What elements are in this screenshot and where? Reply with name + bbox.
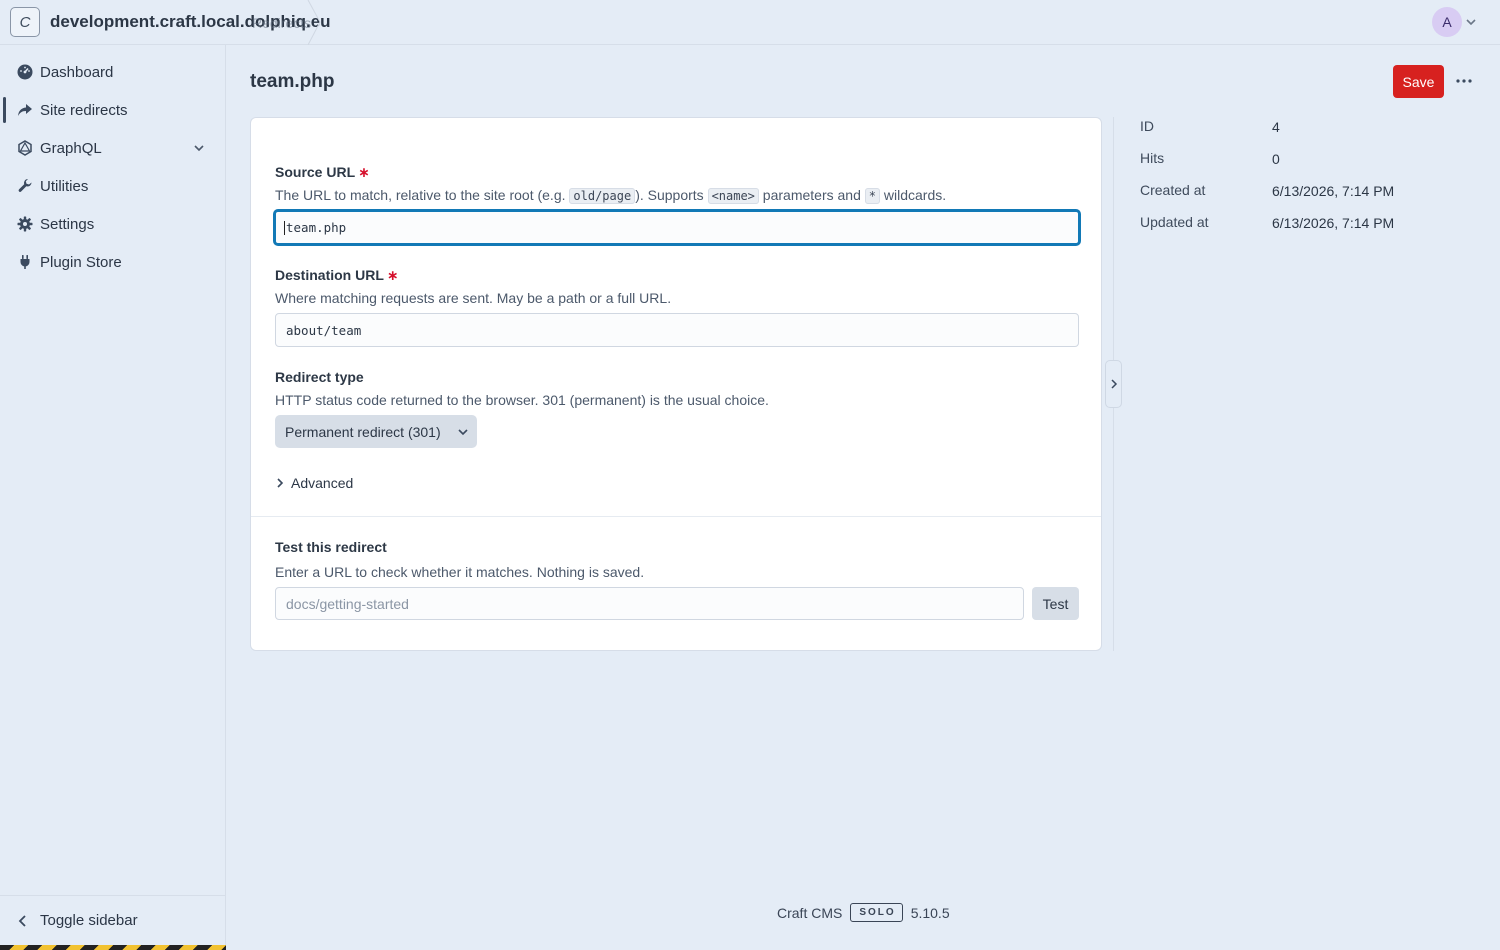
- instr-text: The URL to match, relative to the site r…: [275, 187, 570, 203]
- advanced-label: Advanced: [291, 475, 354, 491]
- page-title: team.php: [250, 71, 335, 92]
- divider: [251, 516, 1101, 517]
- save-button[interactable]: Save: [1393, 65, 1444, 98]
- toggle-sidebar-button[interactable]: Toggle sidebar: [0, 895, 225, 945]
- chevron-down-icon[interactable]: [1465, 14, 1477, 30]
- source-url-instructions: The URL to match, relative to the site r…: [275, 187, 947, 204]
- wrench-icon: [16, 177, 34, 195]
- code-wildcard: *: [864, 188, 880, 204]
- edition-badge: SOLO: [850, 903, 903, 922]
- destination-url-value: about/team: [286, 322, 362, 338]
- toggle-sidebar-label: Toggle sidebar: [40, 912, 138, 929]
- code-param: <name>: [707, 188, 759, 204]
- code-example: old/page: [569, 188, 636, 204]
- sidebar: Dashboard Site redirects GraphQL Utiliti…: [0, 45, 226, 950]
- sidebar-item-label: Dashboard: [40, 63, 114, 81]
- redirect-form-card: Source URL ∗ The URL to match, relative t…: [250, 117, 1102, 651]
- details-pane-toggle[interactable]: [1105, 360, 1122, 408]
- site-icon[interactable]: C: [10, 7, 40, 37]
- chevron-down-icon[interactable]: [193, 142, 205, 154]
- advanced-toggle[interactable]: Advanced: [275, 475, 353, 491]
- meta-hits-value: 0: [1272, 151, 1280, 167]
- version-number: 5.10.5: [910, 904, 950, 921]
- meta-updated-value: 6/13/2026, 7:14 PM: [1272, 215, 1395, 231]
- text-caret: [284, 220, 285, 235]
- chevron-down-icon: [458, 429, 468, 436]
- sidebar-item-label: Settings: [40, 215, 95, 233]
- ellipsis-icon: [1456, 79, 1472, 83]
- sidebar-item-label: GraphQL: [40, 139, 102, 157]
- source-url-value: team.php: [286, 220, 347, 235]
- global-header: C development.craft.local.dolphiq.eu Red…: [0, 0, 1500, 45]
- sidebar-item-settings[interactable]: Settings: [0, 205, 225, 243]
- sidebar-item-utilities[interactable]: Utilities: [0, 167, 225, 205]
- source-url-label: Source URL ∗: [275, 164, 370, 181]
- destination-url-instructions: Where matching requests are sent. May be…: [275, 290, 672, 306]
- redirect-type-instructions: HTTP status code returned to the browser…: [275, 392, 769, 408]
- chevron-right-icon: [1110, 379, 1117, 389]
- graphql-icon: [16, 139, 34, 157]
- sidebar-item-label: Utilities: [40, 177, 89, 195]
- more-actions-button[interactable]: [1452, 70, 1476, 92]
- instr-text: wildcards.: [880, 187, 947, 203]
- test-button[interactable]: Test: [1032, 587, 1079, 620]
- required-asterisk-icon: ∗: [358, 164, 370, 180]
- breadcrumb-separator-icon: [307, 0, 321, 45]
- instr-text: parameters and: [758, 187, 865, 203]
- chevron-right-icon: [277, 478, 284, 488]
- redirect-type-select[interactable]: Permanent redirect (301): [275, 415, 477, 448]
- test-redirect-label: Test this redirect: [275, 539, 387, 555]
- destination-url-input[interactable]: about/team: [275, 313, 1079, 347]
- meta-created-label: Created at: [1140, 182, 1206, 198]
- test-url-input[interactable]: docs/getting-started: [275, 587, 1024, 620]
- instr-text: ). Supports: [635, 187, 708, 203]
- required-asterisk-icon: ∗: [386, 267, 399, 283]
- test-url-placeholder: docs/getting-started: [286, 595, 409, 612]
- source-url-input[interactable]: team.php: [273, 209, 1081, 246]
- dev-mode-stripe: [0, 945, 226, 950]
- breadcrumb[interactable]: Redirects: [252, 15, 311, 31]
- chevron-left-icon: [18, 914, 26, 927]
- app-footer: Craft CMS SOLO 5.10.5: [777, 903, 950, 922]
- sidebar-item-graphql[interactable]: GraphQL: [0, 129, 225, 167]
- destination-url-label-text: Destination URL: [275, 267, 384, 283]
- sidebar-item-dashboard[interactable]: Dashboard: [0, 53, 225, 91]
- meta-created-value: 6/13/2026, 7:14 PM: [1272, 183, 1395, 199]
- sidebar-item-label: Plugin Store: [40, 253, 122, 271]
- meta-id-value: 4: [1272, 119, 1280, 135]
- destination-url-label: Destination URL ∗: [275, 267, 399, 284]
- avatar[interactable]: A: [1432, 7, 1462, 37]
- product-name: Craft CMS: [777, 904, 843, 921]
- source-url-label-text: Source URL: [275, 164, 356, 180]
- dashboard-icon: [16, 63, 34, 81]
- redirect-type-label: Redirect type: [275, 369, 364, 385]
- share-arrow-icon: [16, 101, 34, 119]
- test-redirect-instructions: Enter a URL to check whether it matches.…: [275, 564, 645, 580]
- sidebar-item-label: Site redirects: [40, 101, 128, 119]
- meta-id-label: ID: [1140, 118, 1154, 134]
- redirect-type-selected: Permanent redirect (301): [285, 423, 441, 440]
- meta-updated-label: Updated at: [1140, 214, 1209, 230]
- meta-hits-label: Hits: [1140, 150, 1165, 166]
- sidebar-item-plugin-store[interactable]: Plugin Store: [0, 243, 225, 281]
- sidebar-item-site-redirects[interactable]: Site redirects: [0, 91, 225, 129]
- plug-icon: [16, 253, 34, 271]
- gear-icon: [16, 215, 34, 233]
